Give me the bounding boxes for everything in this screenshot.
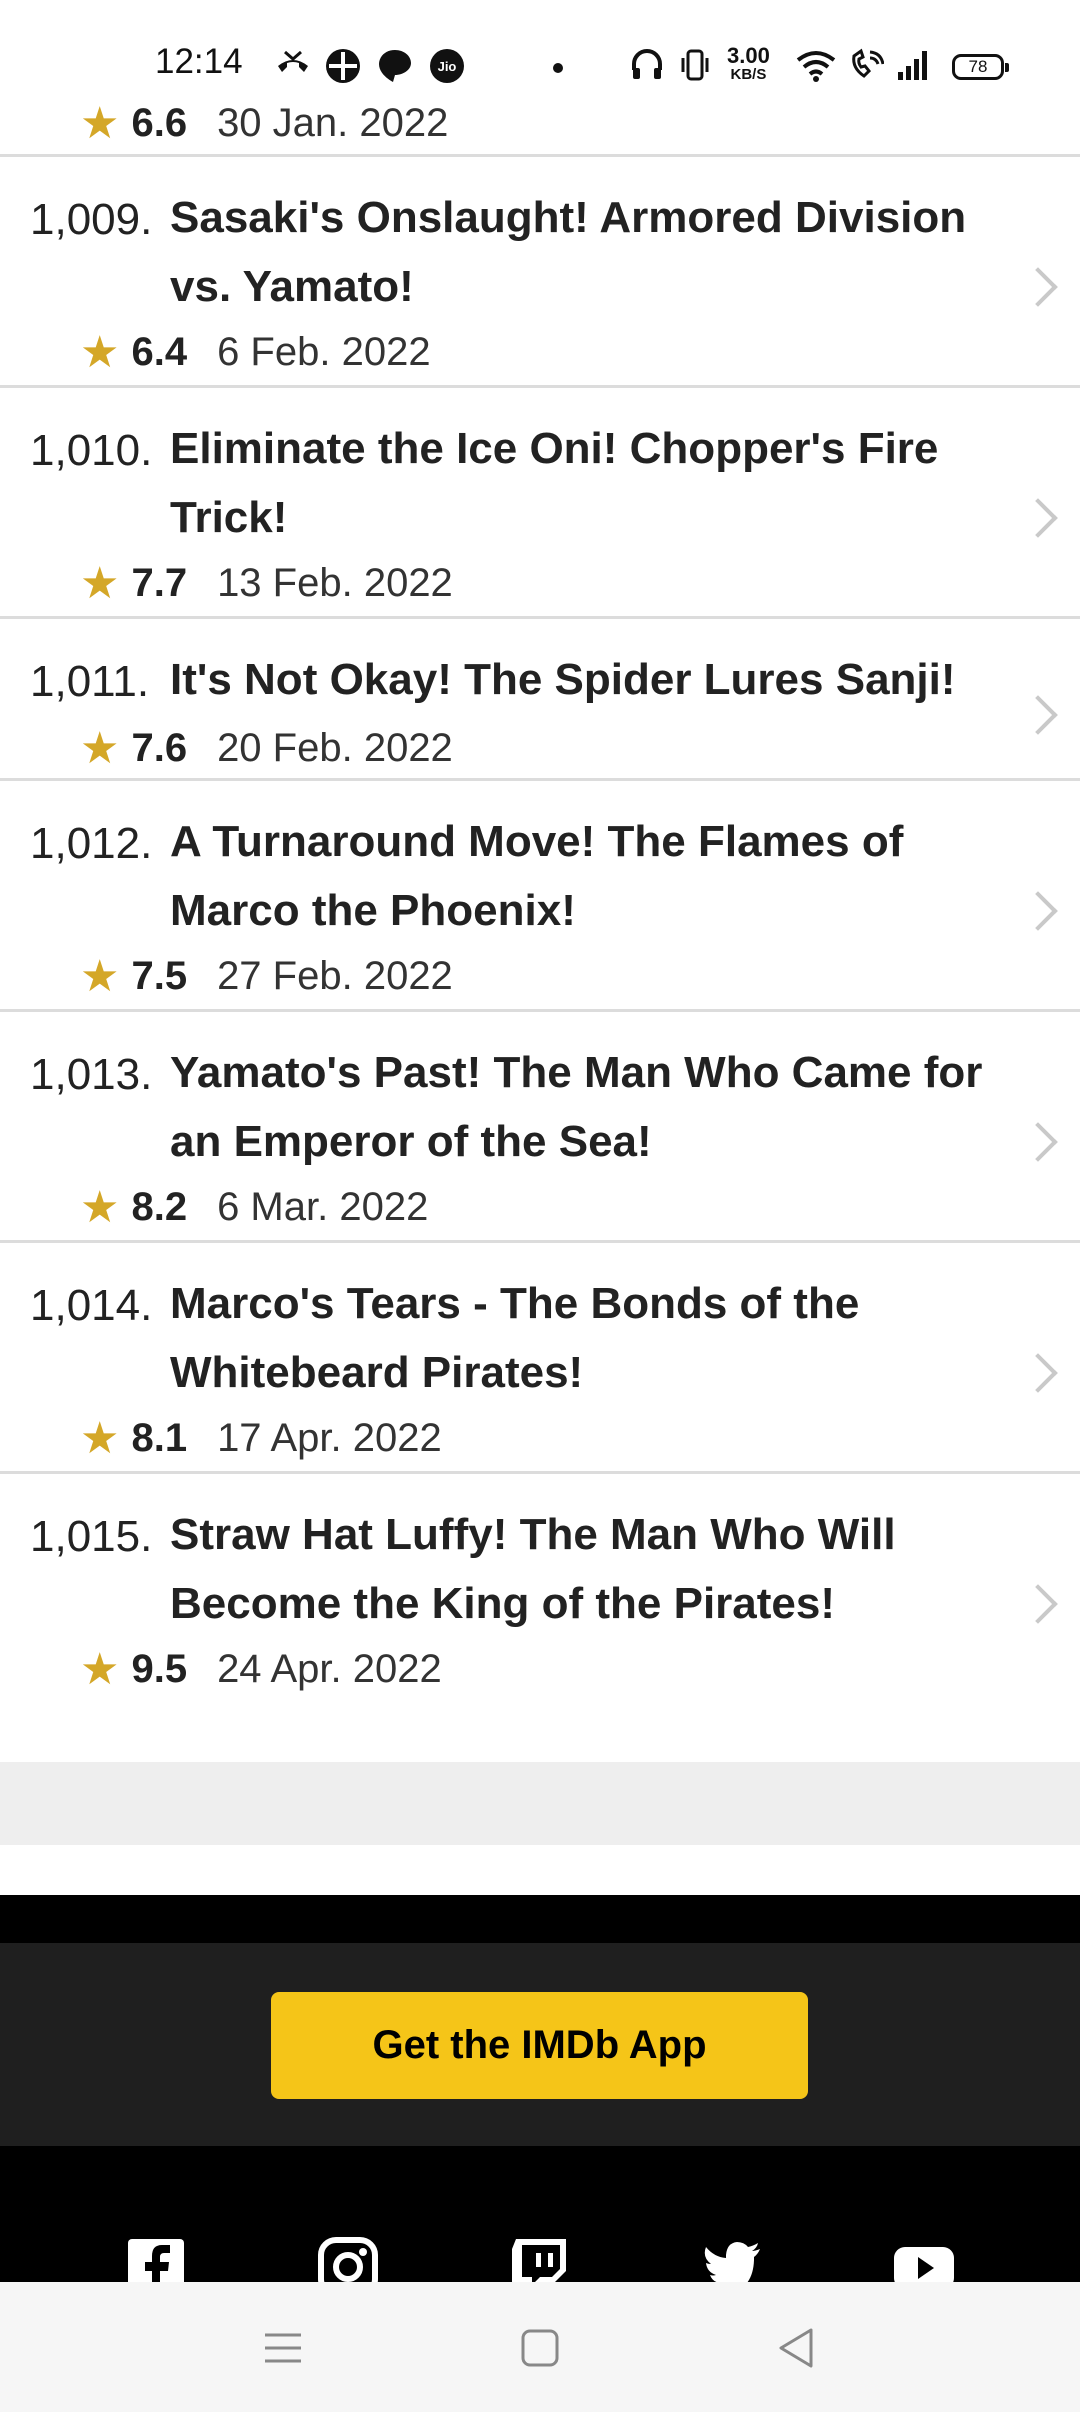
star-icon: ★ [80, 952, 120, 1001]
system-nav-bar [0, 2282, 1080, 2412]
episode-title[interactable]: Marco's Tears - The Bonds of the Whitebe… [170, 1269, 1000, 1407]
vibrate-icon [681, 49, 709, 81]
youtube-icon[interactable] [892, 2235, 956, 2282]
episode-rating: 8.2 [131, 1185, 188, 1229]
wifi-icon [796, 51, 836, 82]
episode-number: 1,010. [30, 426, 153, 475]
status-time: 12:14 [155, 42, 243, 81]
episode-meta: ★ 6.4 6 Feb. 2022 [80, 327, 431, 378]
episode-rating: 7.6 [131, 726, 188, 770]
network-speed-unit: KB/S [730, 66, 767, 83]
episode-date: 30 Jan. 2022 [217, 101, 449, 145]
chevron-right-icon[interactable] [1018, 891, 1058, 931]
signal-icon [898, 51, 927, 80]
episode-number: 1,014. [30, 1281, 153, 1330]
svg-text:Jio: Jio [438, 59, 457, 74]
episode-title[interactable]: Sasaki's Onslaught! Armored Division vs.… [170, 183, 1000, 321]
episode-meta: ★ 7.6 20 Feb. 2022 [80, 723, 453, 774]
back-icon[interactable] [767, 2318, 827, 2378]
episode-date: 20 Feb. 2022 [217, 726, 453, 770]
episode-number: 1,012. [30, 819, 153, 868]
chevron-right-icon[interactable] [1018, 498, 1058, 538]
episode-meta: ★ 7.7 13 Feb. 2022 [80, 558, 453, 609]
episode-meta: ★ 8.1 17 Apr. 2022 [80, 1413, 442, 1464]
episode-rating: 7.7 [131, 561, 188, 605]
episode-date: 27 Feb. 2022 [217, 954, 453, 998]
episode-title[interactable]: It's Not Okay! The Spider Lures Sanji! [170, 645, 1000, 714]
wifi-calling-icon [852, 48, 884, 78]
star-icon: ★ [80, 1183, 120, 1232]
app-icon [326, 49, 360, 83]
episode-number: 1,015. [30, 1512, 153, 1561]
episode-row[interactable]: 1,015. Straw Hat Luffy! The Man Who Will… [0, 1474, 1080, 1714]
twitch-icon[interactable] [508, 2235, 572, 2282]
facebook-icon[interactable] [124, 2235, 188, 2282]
episode-meta: ★ 8.2 6 Mar. 2022 [80, 1182, 428, 1233]
home-icon[interactable] [510, 2318, 570, 2378]
episode-number: 1,011. [30, 657, 150, 706]
chevron-right-icon[interactable] [1018, 1353, 1058, 1393]
episode-row[interactable]: 1,010. Eliminate the Ice Oni! Chopper's … [0, 388, 1080, 619]
episode-row[interactable]: 1,014. Marco's Tears - The Bonds of the … [0, 1243, 1080, 1474]
network-speed-value: 3.00 [727, 43, 770, 68]
episode-rating: 6.6 [131, 101, 188, 145]
episode-row[interactable]: 1,009. Sasaki's Onslaught! Armored Divis… [0, 157, 1080, 388]
star-icon: ★ [80, 1414, 120, 1463]
twitter-icon[interactable] [700, 2235, 764, 2282]
episode-date: 17 Apr. 2022 [217, 1416, 442, 1460]
episode-row[interactable]: 1,013. Yamato's Past! The Man Who Came f… [0, 1012, 1080, 1243]
footer-social [0, 2146, 1080, 2282]
battery-indicator: 78 [952, 54, 1009, 80]
chevron-right-icon[interactable] [1018, 267, 1058, 307]
star-icon: ★ [80, 559, 120, 608]
episode-meta: ★ 6.6 30 Jan. 2022 [80, 98, 448, 149]
missed-call-icon [278, 50, 308, 72]
section-divider [0, 1762, 1080, 1845]
headphones-icon [632, 49, 662, 79]
episode-date: 24 Apr. 2022 [217, 1647, 442, 1691]
episode-title[interactable]: Yamato's Past! The Man Who Came for an E… [170, 1038, 1000, 1176]
get-app-button[interactable]: Get the IMDb App [271, 1992, 808, 2099]
episode-number: 1,013. [30, 1050, 153, 1099]
jio-icon: Jio [430, 49, 464, 83]
episode-rating: 8.1 [131, 1416, 188, 1460]
episode-rating: 7.5 [131, 954, 188, 998]
episode-rating: 6.4 [131, 330, 188, 374]
episode-row[interactable]: 1,011. It's Not Okay! The Spider Lures S… [0, 619, 1080, 781]
star-icon: ★ [80, 1645, 120, 1694]
network-speed: 3.00 KB/S [727, 45, 770, 83]
instagram-icon[interactable] [316, 2235, 380, 2282]
episode-rating: 9.5 [131, 1647, 188, 1691]
footer-top-strip [0, 1895, 1080, 1943]
status-bar: 12:14 Jio 3.00 KB/S 78 [0, 0, 1080, 100]
episode-title[interactable]: Eliminate the Ice Oni! Chopper's Fire Tr… [170, 414, 1000, 552]
star-icon: ★ [80, 99, 120, 148]
chevron-right-icon[interactable] [1018, 1584, 1058, 1624]
episode-row[interactable]: 1,012. A Turnaround Move! The Flames of … [0, 781, 1080, 1012]
episode-meta: ★ 9.5 24 Apr. 2022 [80, 1644, 442, 1695]
star-icon: ★ [80, 724, 120, 773]
episode-number: 1,009. [30, 195, 153, 244]
chevron-right-icon[interactable] [1018, 1122, 1058, 1162]
app-icon [379, 50, 411, 82]
episode-title[interactable]: A Turnaround Move! The Flames of Marco t… [170, 807, 1000, 945]
episode-meta: ★ 7.5 27 Feb. 2022 [80, 951, 453, 1002]
dot-icon [553, 63, 563, 73]
episode-title[interactable]: Straw Hat Luffy! The Man Who Will Become… [170, 1500, 1000, 1638]
episode-date: 6 Mar. 2022 [217, 1185, 429, 1229]
episode-date: 13 Feb. 2022 [217, 561, 453, 605]
chevron-right-icon[interactable] [1018, 695, 1058, 735]
menu-icon[interactable] [253, 2318, 313, 2378]
star-icon: ★ [80, 328, 120, 377]
episode-date: 6 Feb. 2022 [217, 330, 431, 374]
